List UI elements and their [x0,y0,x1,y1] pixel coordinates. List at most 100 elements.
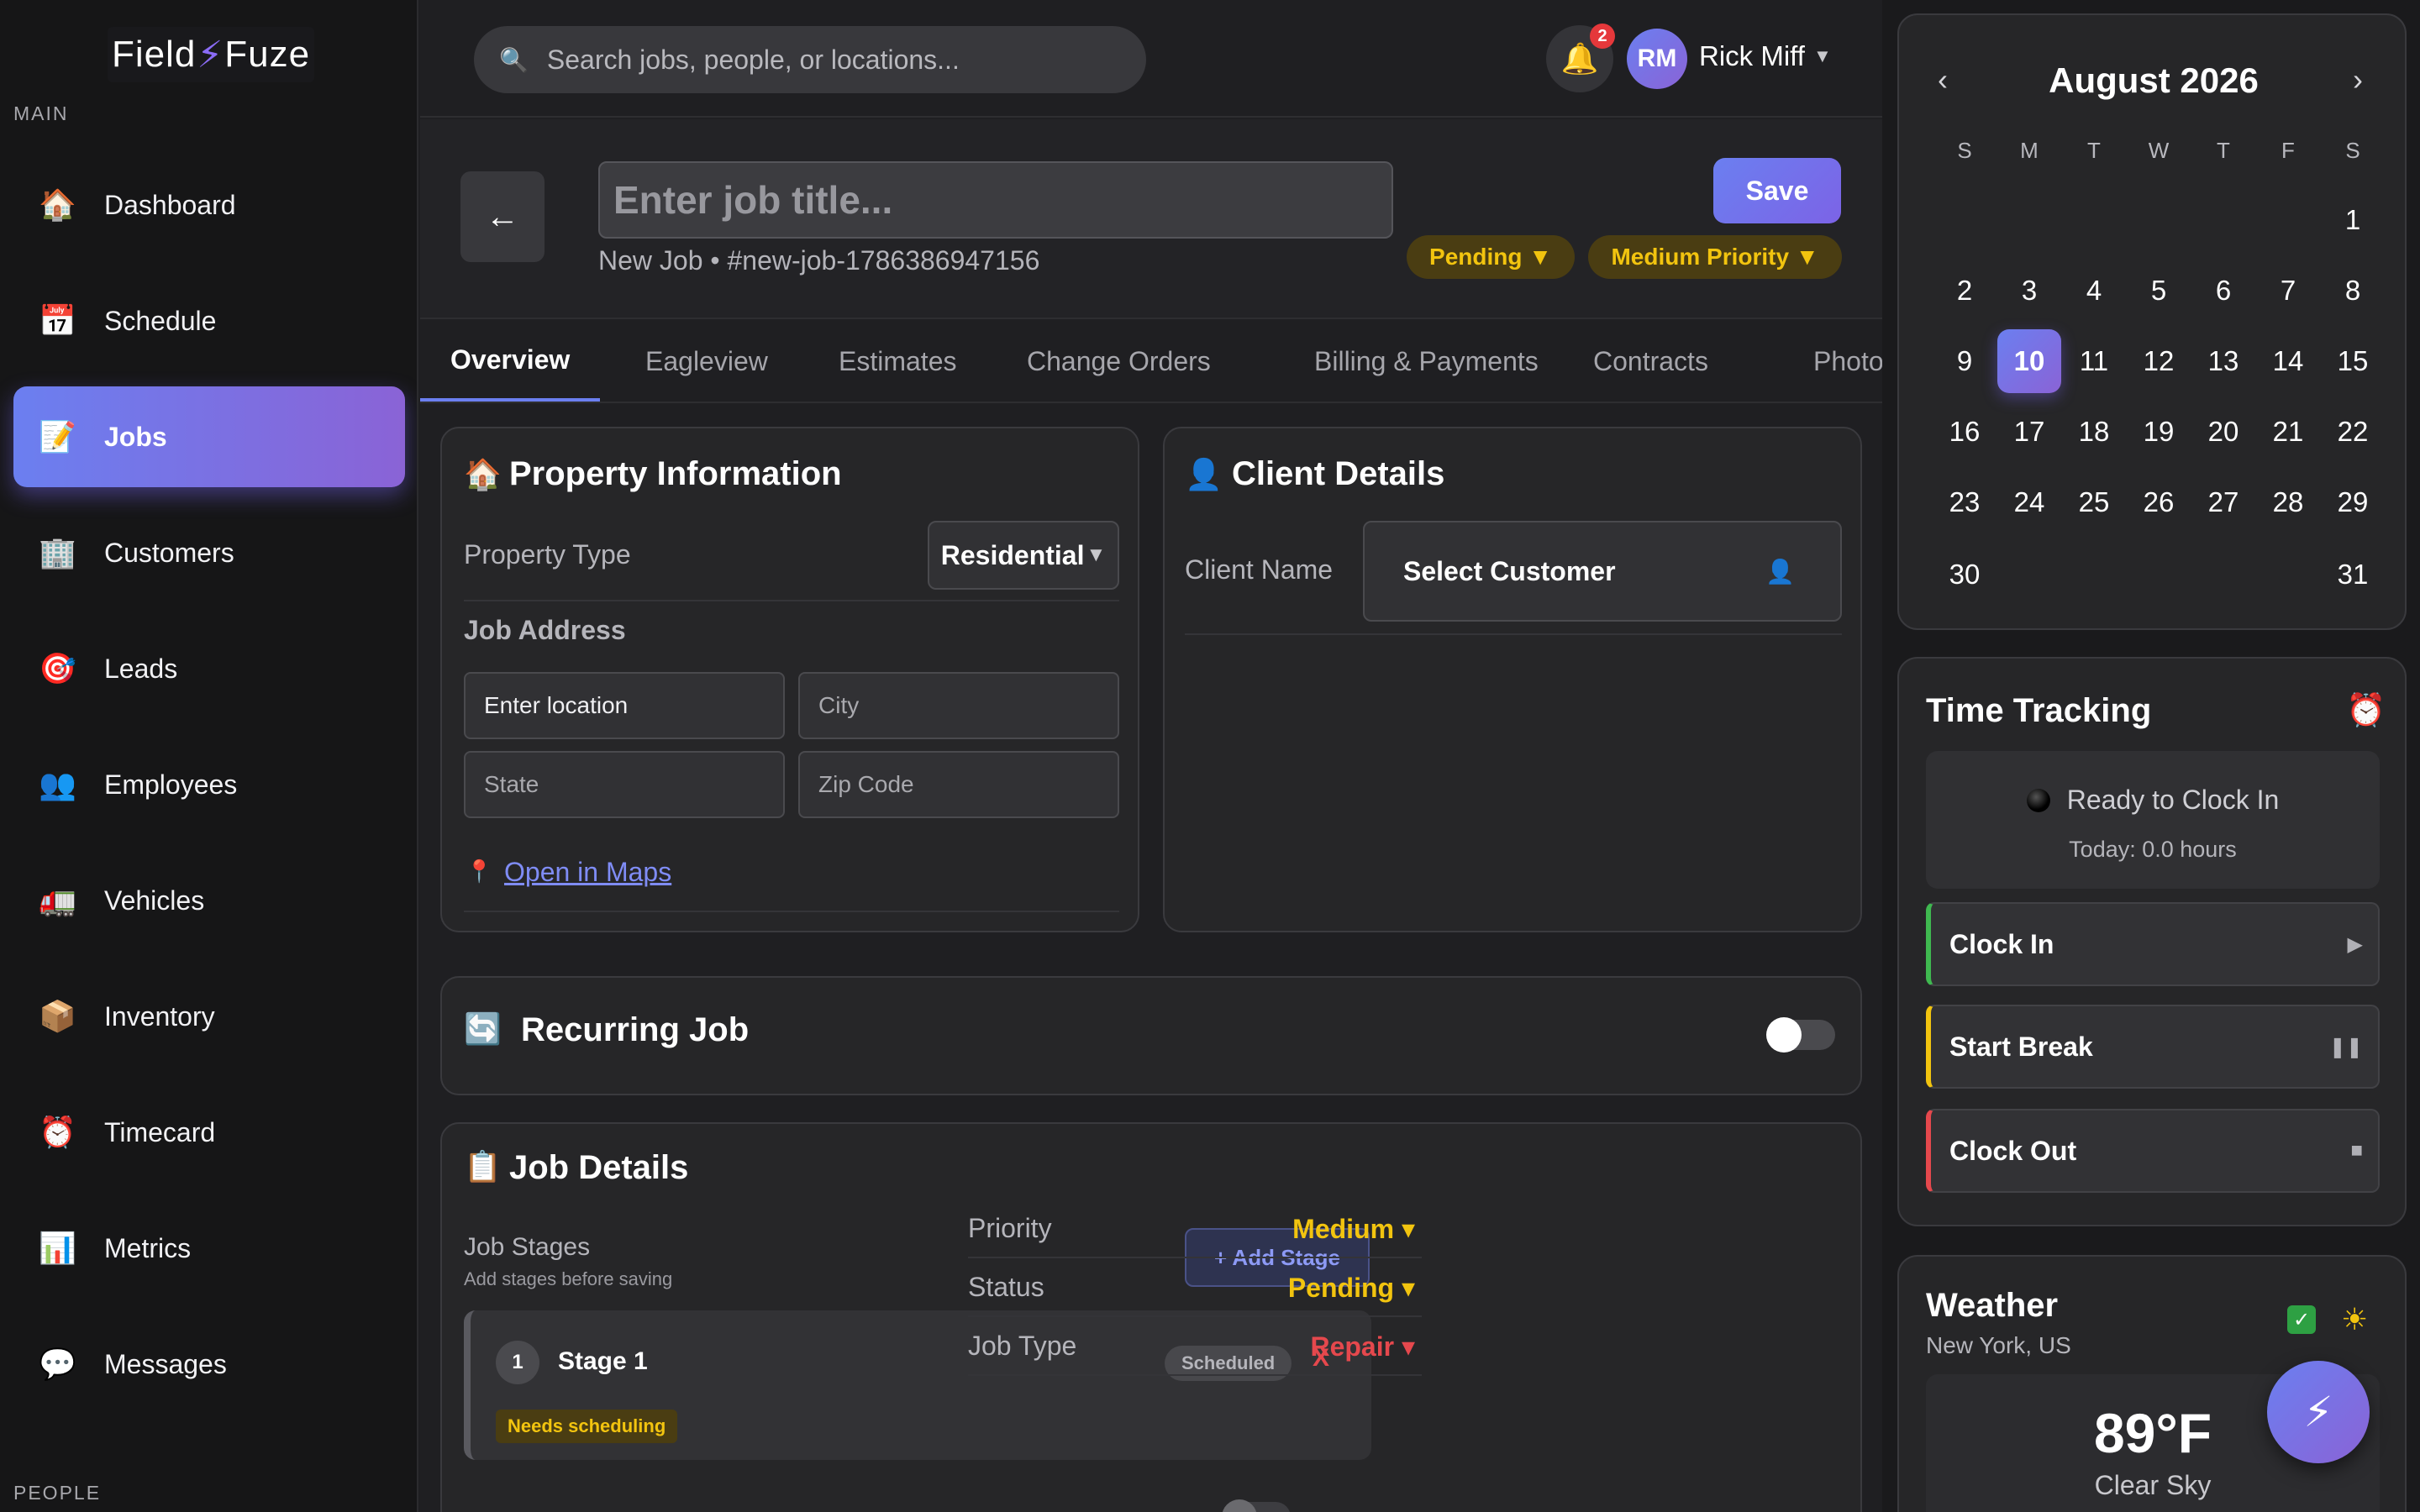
calendar-day[interactable]: 2 [1933,259,1996,323]
priority-dropdown[interactable]: Medium Priority ▼ [1588,235,1842,279]
job-stages-label: Job Stages [464,1233,591,1261]
calendar-day[interactable]: 19 [2127,400,2191,464]
calendar-day[interactable]: 4 [2062,259,2126,323]
start-break-button[interactable]: Start Break ❚❚ [1926,1005,2380,1089]
chevron-right-icon[interactable]: › [2353,62,2363,97]
sidebar-item-timecard[interactable]: ⏰ Timecard [13,1082,405,1183]
back-button[interactable]: ← [460,171,544,262]
package-icon: 📦 [39,1000,76,1034]
sidebar-item-label: Customers [104,537,234,568]
tab-contracts[interactable]: Contracts [1563,321,1739,402]
right-panel: ‹ August 2026 › S M T W T F S 1 2 3 4 5 6 7 8 9 10 11 12 13… [1882,0,2420,1512]
property-type-select[interactable]: Residential ▼ [928,521,1119,590]
sidebar-item-metrics[interactable]: 📊 Metrics [13,1198,405,1299]
sidebar-item-dashboard[interactable]: 🏠 Dashboard [13,155,405,255]
status-dot-icon [2026,788,2050,812]
calendar-day[interactable]: 28 [2256,470,2320,534]
tab-overview[interactable]: Overview [420,321,601,402]
calendar-day[interactable]: 17 [1997,400,2061,464]
calendar-day[interactable]: 9 [1933,329,1996,393]
search-icon: 🔍 [499,46,529,73]
calendar-day[interactable]: 25 [2062,470,2126,534]
weekday-label: S [2345,138,2360,163]
meta-label: Status [968,1272,1044,1302]
sidebar-item-vehicles[interactable]: 🚛 Vehicles [13,850,405,951]
chevron-down-icon[interactable]: ▼ [1813,45,1832,67]
sidebar-item-messages[interactable]: 💬 Messages [13,1314,405,1415]
save-button[interactable]: Save [1713,158,1841,223]
calendar-day[interactable]: 13 [2191,329,2255,393]
calendar-day[interactable]: 26 [2127,470,2191,534]
search-input[interactable] [546,44,1135,76]
calendar-day[interactable]: 16 [1933,400,1996,464]
recurring-job-toggle[interactable] [1766,1017,1835,1053]
calendar-day[interactable]: 6 [2191,259,2255,323]
sidebar-item-jobs[interactable]: 📝 Jobs [13,386,405,487]
sidebar-item-leads[interactable]: 🎯 Leads [13,618,405,719]
calendar-day[interactable]: 15 [2321,329,2385,393]
calendar-day[interactable]: 1 [2321,188,2385,252]
calendar-day[interactable]: 8 [2321,259,2385,323]
sidebar-item-employees[interactable]: 👥 Employees [13,734,405,835]
sidebar-item-customers[interactable]: 🏢 Customers [13,502,405,603]
status-dropdown[interactable]: Pending ▾ [1288,1272,1415,1304]
search-bar[interactable]: 🔍 [474,26,1146,93]
avatar[interactable]: RM [1627,29,1687,89]
calendar-day[interactable]: 31 [2321,543,2385,606]
zip-code-input[interactable] [798,751,1119,818]
calendar-day[interactable]: 23 [1933,470,1996,534]
meta-row-status: Status Pending ▾ [968,1260,1422,1317]
status-dropdown[interactable]: Pending ▼ [1407,235,1575,279]
clock-in-button[interactable]: Clock In ▶ [1926,902,2380,986]
tab-eagleview[interactable]: Eagleview [615,321,798,402]
client-details-title: Client Details [1232,455,1445,492]
needs-scheduling-tag: Needs scheduling [496,1410,678,1443]
city-input[interactable] [798,672,1119,739]
calendar-day[interactable]: 7 [2256,259,2320,323]
tab-estimates[interactable]: Estimates [808,321,986,402]
calendar-day[interactable]: 12 [2127,329,2191,393]
job-title-input[interactable] [598,161,1393,239]
tab-change-orders[interactable]: Change Orders [997,321,1241,402]
weekday-label: F [2281,138,2295,163]
sidebar-item-schedule[interactable]: 📅 Schedule [13,270,405,371]
weekday-label: M [2020,138,2039,163]
stage-toggle[interactable] [1222,1499,1291,1512]
divider [464,911,1119,912]
sidebar-item-label: Schedule [104,305,217,336]
sidebar-item-label: Timecard [104,1116,216,1147]
state-input[interactable] [464,751,785,818]
recurring-job-card: 🔄 Recurring Job [440,976,1862,1095]
calendar-day[interactable]: 11 [2062,329,2126,393]
job-type-dropdown[interactable]: Repair ▾ [1310,1331,1415,1362]
calendar-day[interactable]: 20 [2191,400,2255,464]
logo-text-left: Field [111,34,197,75]
app-logo[interactable]: Field ⚡ Fuze [108,27,314,82]
sidebar-item-label: Leads [104,653,178,684]
priority-dropdown[interactable]: Medium ▾ [1292,1213,1415,1245]
sidebar-item-inventory[interactable]: 📦 Inventory [13,966,405,1067]
recurring-job-title: Recurring Job [521,1011,750,1048]
calendar-day[interactable]: 18 [2062,400,2126,464]
job-subtitle: New Job • #new-job-1786386947156 [598,245,1040,276]
calendar-day[interactable]: 14 [2256,329,2320,393]
calendar-widget: ‹ August 2026 › S M T W T F S 1 2 3 4 5 6 7 8 9 10 11 12 13… [1897,13,2407,630]
calendar-day[interactable]: 30 [1933,543,1996,606]
location-input[interactable] [464,672,785,739]
quick-action-button[interactable]: ⚡ [2267,1361,2370,1463]
calendar-day[interactable]: 10 [1997,329,2061,393]
calendar-day[interactable]: 3 [1997,259,2061,323]
tab-billing-payments[interactable]: Billing & Payments [1284,321,1569,402]
calendar-day[interactable]: 27 [2191,470,2255,534]
calendar-day[interactable]: 5 [2127,259,2191,323]
user-name[interactable]: Rick Miff [1699,40,1805,72]
stop-icon: ■ [2350,1139,2364,1162]
select-customer-button[interactable]: Select Customer 👤 [1363,521,1842,622]
calendar-day[interactable]: 22 [2321,400,2385,464]
calendar-day[interactable]: 21 [2256,400,2320,464]
calendar-day[interactable]: 29 [2321,470,2385,534]
clock-out-button[interactable]: Clock Out ■ [1926,1109,2380,1193]
meta-row-priority: Priority Medium ▾ [968,1201,1422,1258]
open-in-maps-link[interactable]: Open in Maps [504,857,671,888]
calendar-day[interactable]: 24 [1997,470,2061,534]
